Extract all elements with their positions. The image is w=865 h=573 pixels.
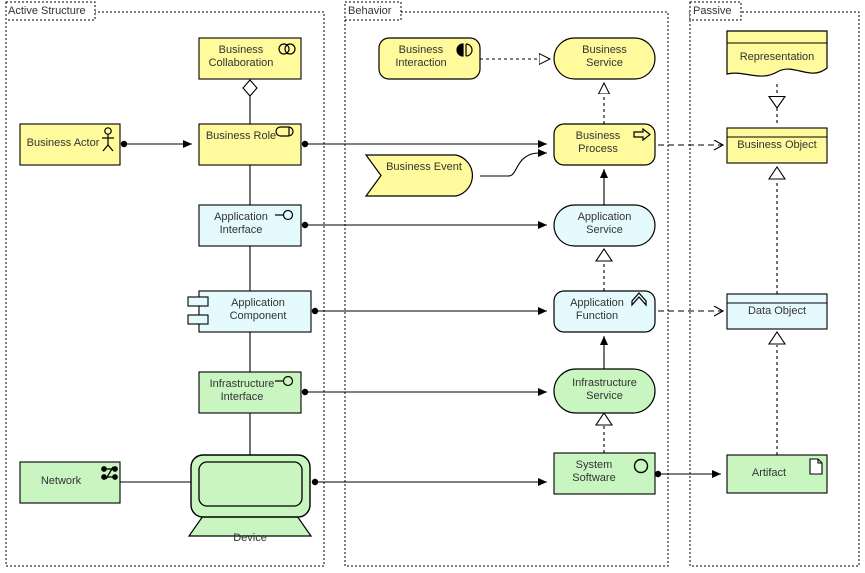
element-application-interface[interactable] bbox=[198, 204, 302, 247]
rel-artifact-realizes-dataobject bbox=[767, 331, 787, 455]
element-business-process[interactable] bbox=[553, 123, 656, 166]
rel-event-triggers-process bbox=[480, 149, 547, 177]
element-system-software[interactable] bbox=[553, 452, 656, 495]
element-business-collaboration[interactable] bbox=[198, 37, 302, 80]
diagram-svg bbox=[5, 1, 860, 567]
relationship-layer bbox=[120, 59, 787, 486]
archimate-diagram-canvas: Active Structure Behavior Passive Busine… bbox=[0, 0, 865, 573]
element-network[interactable] bbox=[19, 461, 121, 504]
element-representation[interactable] bbox=[726, 30, 828, 77]
element-business-event[interactable] bbox=[364, 154, 473, 197]
element-infrastructure-interface[interactable] bbox=[198, 371, 302, 414]
element-business-actor[interactable] bbox=[19, 123, 121, 166]
element-infrastructure-service[interactable] bbox=[553, 368, 656, 414]
element-application-component[interactable] bbox=[187, 290, 312, 333]
element-business-object[interactable] bbox=[726, 127, 828, 164]
element-business-service[interactable] bbox=[553, 37, 656, 80]
element-business-interaction[interactable] bbox=[378, 37, 481, 80]
element-application-service[interactable] bbox=[553, 204, 656, 247]
element-artifact[interactable] bbox=[726, 454, 828, 494]
rel-collaboration-aggregates-role bbox=[242, 79, 258, 124]
rel-syssoftware-realizes-infraservice bbox=[594, 412, 614, 453]
element-device[interactable] bbox=[187, 454, 313, 537]
rel-representation-realizes-object bbox=[767, 84, 787, 124]
artifact-icon bbox=[809, 458, 823, 475]
element-data-object[interactable] bbox=[726, 293, 828, 330]
element-application-function[interactable] bbox=[553, 290, 656, 333]
rel-dataobject-realizes-businessobject bbox=[767, 166, 787, 294]
element-business-role[interactable] bbox=[198, 123, 302, 166]
rel-appfunction-realizes-appservice bbox=[594, 248, 614, 291]
